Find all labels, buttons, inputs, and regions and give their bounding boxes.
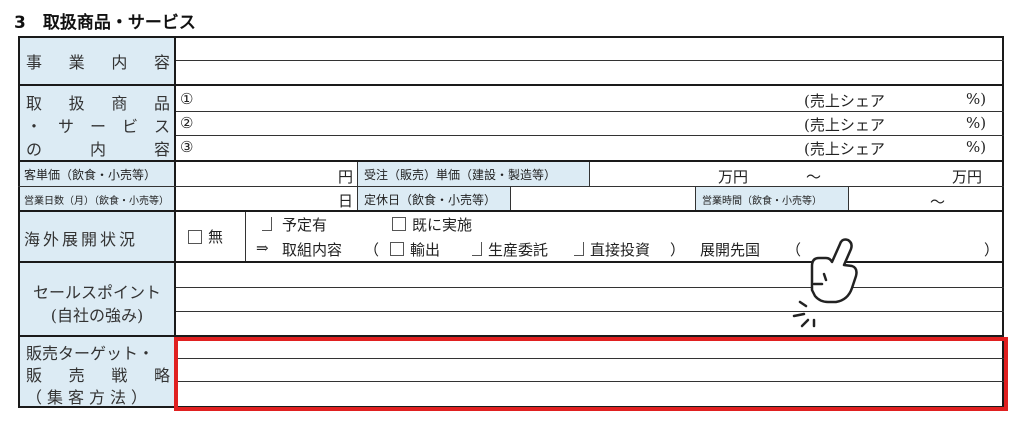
order-price-label: 受注（販売）単価（建設・製造等） xyxy=(364,168,557,182)
target-label-1: 販売ターゲット・ xyxy=(26,344,155,363)
order-unit-1: 万円 xyxy=(718,168,749,186)
sales-point-line-1[interactable] xyxy=(176,287,1004,288)
destination-close: ） xyxy=(984,241,1000,259)
checkbox-planned[interactable] xyxy=(262,216,272,235)
product-marker-3: ③ xyxy=(180,138,194,156)
target-label-3: （集客方法） xyxy=(26,388,153,407)
section-title: 3 取扱商品・サービス xyxy=(14,13,196,33)
sales-point-line-2[interactable] xyxy=(176,311,1004,312)
days-unit: 日 xyxy=(338,192,354,210)
cell-border xyxy=(245,212,246,261)
product-line-1[interactable] xyxy=(176,111,1004,112)
share-label-2: (売上シェア xyxy=(804,116,885,134)
share-pct-1: %) xyxy=(966,90,987,108)
implemented-label: 既に実施 xyxy=(412,216,473,234)
destination-label: 展開先国 xyxy=(700,241,761,259)
product-marker-2: ② xyxy=(180,114,194,132)
products-label-line3: の内容 xyxy=(26,140,170,159)
checkbox-none[interactable] xyxy=(188,229,202,248)
product-marker-1: ① xyxy=(180,90,194,108)
paren-close: ） xyxy=(670,241,686,259)
hours-label: 営業時間（飲食・小売等） xyxy=(702,196,822,207)
none-label: 無 xyxy=(208,228,224,246)
cell-border xyxy=(510,187,511,210)
planned-label: 予定有 xyxy=(282,216,328,234)
holiday-label: 定休日（飲食・小売等） xyxy=(364,193,497,207)
content-label: 取組内容 xyxy=(282,241,343,259)
share-pct-2: %) xyxy=(966,114,987,132)
sales-point-label-1: セールスポイント xyxy=(32,283,161,302)
cell-border xyxy=(848,187,849,210)
overseas-label: 海外展開状況 xyxy=(24,230,139,249)
hours-tilde: 〜 xyxy=(930,193,946,211)
production-label: 生産委託 xyxy=(488,241,549,259)
business-days-label: 営業日数（月）（飲食・小売等） xyxy=(24,196,169,207)
sales-point-label-2: (自社の強み) xyxy=(50,306,144,325)
export-label: 輸出 xyxy=(410,241,441,259)
investment-label: 直接投資 xyxy=(590,241,651,259)
business-line[interactable] xyxy=(176,60,1004,61)
share-pct-3: %) xyxy=(966,138,987,156)
paren-open: （ xyxy=(364,241,380,259)
highlight-box xyxy=(174,337,1008,411)
product-line-2[interactable] xyxy=(176,135,1004,136)
products-label-line1: 取扱商品 xyxy=(26,94,170,113)
target-label-2: 販売戦略 xyxy=(26,366,170,385)
checkbox-investment[interactable] xyxy=(574,241,584,260)
share-label-3: (売上シェア xyxy=(804,140,885,158)
order-tilde: 〜 xyxy=(806,168,822,186)
hand-pointer-icon xyxy=(782,222,872,334)
business-label: 事業内容 xyxy=(26,53,170,72)
checkbox-export[interactable] xyxy=(390,241,404,260)
order-unit-2: 万円 xyxy=(952,168,983,186)
products-label-line2: ・サービス xyxy=(26,117,170,136)
checkbox-production[interactable] xyxy=(472,241,482,260)
arrow-symbol: ⇒ xyxy=(256,239,269,257)
share-label-1: (売上シェア xyxy=(804,92,885,110)
checkbox-implemented[interactable] xyxy=(392,216,406,235)
unit-yen: 円 xyxy=(338,168,354,186)
cell-border xyxy=(589,162,590,186)
unit-price-label: 客単価（飲食・小売等） xyxy=(24,168,157,182)
